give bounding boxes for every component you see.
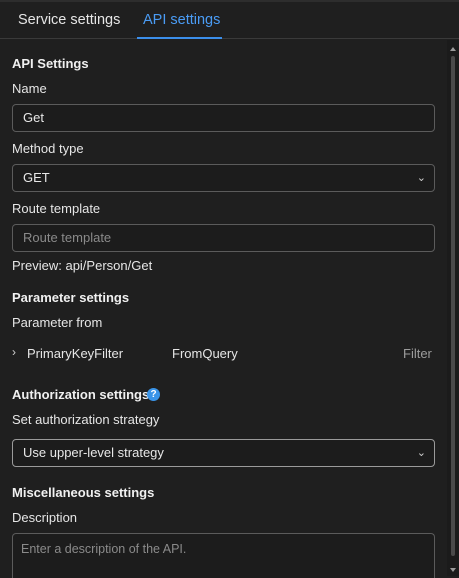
parameter-kind: Filter xyxy=(403,346,432,361)
tab-bar: Service settings API settings xyxy=(0,2,459,39)
help-icon[interactable]: ? xyxy=(147,388,160,401)
description-label: Description xyxy=(12,510,78,525)
authorization-strategy-select[interactable]: Use upper-level strategy ⌄ xyxy=(12,439,435,467)
parameter-source: FromQuery xyxy=(172,346,238,361)
scrollbar-thumb[interactable] xyxy=(451,56,455,556)
parameter-name: PrimaryKeyFilter xyxy=(27,346,124,361)
active-tab-indicator xyxy=(137,37,222,39)
api-settings-heading: API Settings xyxy=(12,56,89,71)
authorization-strategy-label: Set authorization strategy xyxy=(12,412,160,427)
description-placeholder: Enter a description of the API. xyxy=(21,542,187,556)
chevron-right-icon[interactable]: › xyxy=(12,345,16,359)
route-template-input[interactable]: Route template xyxy=(12,224,435,252)
method-type-label: Method type xyxy=(12,141,84,156)
method-type-value: GET xyxy=(23,170,50,185)
api-settings-panel: Service settings API settings API Settin… xyxy=(0,0,459,578)
tab-service-settings[interactable]: Service settings xyxy=(18,2,120,39)
description-textarea[interactable]: Enter a description of the API. xyxy=(12,533,435,578)
tab-api-settings[interactable]: API settings xyxy=(143,2,220,39)
method-type-select[interactable]: GET ⌄ xyxy=(12,164,435,192)
chevron-down-icon: ⌄ xyxy=(416,447,426,459)
miscellaneous-settings-heading: Miscellaneous settings xyxy=(12,485,155,500)
authorization-settings-heading: Authorization settings xyxy=(12,387,150,402)
authorization-strategy-value: Use upper-level strategy xyxy=(23,445,164,460)
route-template-placeholder: Route template xyxy=(23,230,112,245)
name-field[interactable]: Get xyxy=(12,104,435,132)
route-template-label: Route template xyxy=(12,201,101,216)
parameter-from-label: Parameter from xyxy=(12,315,103,330)
name-field-value: Get xyxy=(23,110,44,125)
route-preview: Preview: api/Person/Get xyxy=(12,258,153,273)
name-label: Name xyxy=(12,81,47,96)
chevron-down-icon: ⌄ xyxy=(416,172,426,184)
scroll-down-arrow-icon[interactable] xyxy=(450,568,456,572)
parameter-settings-heading: Parameter settings xyxy=(12,290,130,305)
scroll-up-arrow-icon[interactable] xyxy=(450,47,456,51)
